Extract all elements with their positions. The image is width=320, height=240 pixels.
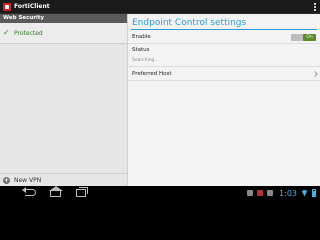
enable-toggle[interactable]: On xyxy=(291,34,316,41)
preferred-host-row[interactable]: Preferred Host xyxy=(128,67,320,81)
status-label: Status xyxy=(132,47,150,53)
recent-apps-icon[interactable] xyxy=(76,187,88,197)
check-icon: ✓ xyxy=(3,28,10,37)
overflow-menu-icon[interactable] xyxy=(314,3,316,11)
android-icon xyxy=(267,190,274,196)
battery-icon xyxy=(312,189,316,197)
chevron-right-icon xyxy=(312,71,318,77)
forticlient-logo-icon xyxy=(3,2,11,11)
status-value: Searching... xyxy=(132,58,159,63)
system-nav-bar: 1:03 xyxy=(0,186,320,200)
status-row: Status Searching... xyxy=(128,44,320,67)
protected-status: Protected xyxy=(14,29,43,37)
page-title: Endpoint Control settings xyxy=(132,18,247,28)
system-tray[interactable]: 1:03 xyxy=(247,186,316,200)
settings-panel: Endpoint Control settings Enable On Stat… xyxy=(127,14,320,186)
forticlient-tray-icon xyxy=(257,190,264,196)
preferred-host-label: Preferred Host xyxy=(132,70,172,77)
toggle-on-state: On xyxy=(303,34,316,41)
plus-icon: + xyxy=(3,176,10,184)
new-vpn-label: New VPN xyxy=(14,176,42,184)
app-title: FortiClient xyxy=(14,3,50,10)
new-vpn-button[interactable]: + New VPN xyxy=(0,173,127,186)
notification-icon xyxy=(247,190,254,196)
wifi-icon xyxy=(301,189,308,197)
enable-row[interactable]: Enable On xyxy=(128,30,320,44)
enable-label: Enable xyxy=(132,33,151,40)
clock: 1:03 xyxy=(279,188,297,198)
action-bar: FortiClient xyxy=(0,0,320,14)
back-icon[interactable] xyxy=(22,187,36,196)
section-header: Web Security xyxy=(0,14,127,23)
web-security-status-item[interactable]: ✓ Protected xyxy=(0,23,127,44)
left-panel: Web Security ✓ Protected + New VPN xyxy=(0,14,127,186)
home-icon[interactable] xyxy=(49,186,63,197)
toggle-off-track xyxy=(291,34,303,41)
